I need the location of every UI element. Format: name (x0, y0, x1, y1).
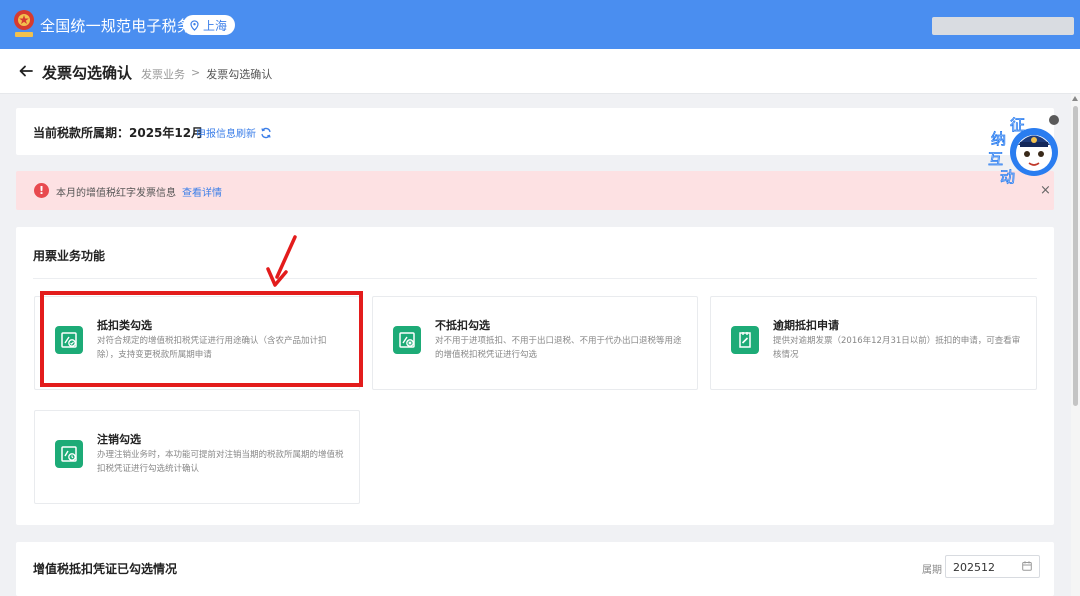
refresh-declaration-link[interactable]: 申报信息刷新 (196, 125, 272, 140)
period-label: 属期 (922, 565, 942, 576)
overdue-deduct-apply-card[interactable]: 逾期抵扣申请 提供对逾期发票（2016年12月31日以前）抵扣的申请，可查看审核… (710, 296, 1037, 390)
scroll-thumb[interactable] (1073, 106, 1078, 406)
refresh-icon (261, 127, 271, 138)
cancel-check-icon (55, 440, 83, 468)
no-deduct-icon (393, 326, 421, 354)
tax-emblem-icon (14, 10, 34, 37)
page-title: 发票勾选确认 (42, 64, 133, 82)
divider (33, 278, 1037, 279)
annotation-highlight-box (40, 291, 363, 387)
breadcrumb-current: 发票勾选确认 (206, 68, 273, 81)
card-description: 提供对逾期发票（2016年12月31日以前）抵扣的申请，可查看审核情况 (773, 336, 1021, 360)
cancel-check-card[interactable]: 注销勾选 办理注销业务时，本功能可提前对注销当期的税款所属期的增值税扣税凭证进行… (34, 410, 360, 504)
section-title: 用票业务功能 (33, 249, 106, 263)
calendar-icon[interactable] (1022, 561, 1032, 571)
breadcrumb-item[interactable]: 发票业务 (141, 66, 185, 82)
location-label: 上海 (203, 18, 228, 33)
red-invoice-alert: ! 本月的增值税红字发票信息 查看详情 × (16, 171, 1054, 210)
section-title: 增值税抵扣凭证已勾选情况 (33, 562, 178, 576)
annotation-arrow-icon (266, 235, 297, 287)
customer-service-mascot-icon[interactable]: 征 纳 互 动 (982, 112, 1062, 192)
deduction-selected-status-card: 增值税抵扣凭证已勾选情况 属期 202512 (16, 542, 1054, 596)
tax-period-card: 当前税款所属期：2025年12月 申报信息刷新 (16, 108, 1054, 155)
card-title: 不抵扣勾选 (435, 319, 490, 332)
warning-icon: ! (34, 183, 49, 198)
scroll-up-arrow-icon[interactable] (1072, 96, 1078, 101)
alert-text: 本月的增值税红字发票信息 (56, 188, 176, 199)
view-details-link[interactable]: 查看详情 (182, 188, 222, 199)
top-header: 全国统一规范电子税务局 上海 (0, 0, 1080, 49)
title-bar: 发票勾选确认 发票业务 > 发票勾选确认 (0, 49, 1080, 94)
back-arrow-icon[interactable] (18, 63, 34, 79)
mascot-char: 动 (1000, 168, 1015, 186)
breadcrumb: 发票业务 > 发票勾选确认 (141, 66, 272, 82)
alert-message: 本月的增值税红字发票信息 查看详情 (56, 184, 222, 199)
mascot-char: 互 (988, 150, 1003, 168)
user-info-box[interactable] (932, 17, 1074, 35)
mascot-char: 征 (1010, 116, 1025, 134)
card-description: 对不用于进项抵扣、不用于出口退税、不用于代办出口退税等用途的增值税扣税凭证进行勾… (435, 336, 682, 360)
card-title: 逾期抵扣申请 (773, 319, 839, 332)
mascot-char: 纳 (991, 130, 1006, 148)
location-selector[interactable]: 上海 (183, 15, 236, 35)
refresh-label: 申报信息刷新 (196, 129, 256, 140)
tax-period-label: 当前税款所属期：2025年12月 (33, 126, 204, 140)
card-title: 注销勾选 (97, 433, 141, 446)
no-deduct-check-card[interactable]: 不抵扣勾选 对不用于进项抵扣、不用于出口退税、不用于代办出口退税等用途的增值税扣… (372, 296, 698, 390)
card-description: 办理注销业务时，本功能可提前对注销当期的税款所属期的增值税扣税凭证进行勾选统计确… (97, 450, 344, 474)
page-scrollbar[interactable] (1071, 94, 1080, 596)
location-pin-icon (190, 19, 199, 31)
overdue-apply-icon (731, 326, 759, 354)
breadcrumb-separator: > (191, 66, 201, 79)
